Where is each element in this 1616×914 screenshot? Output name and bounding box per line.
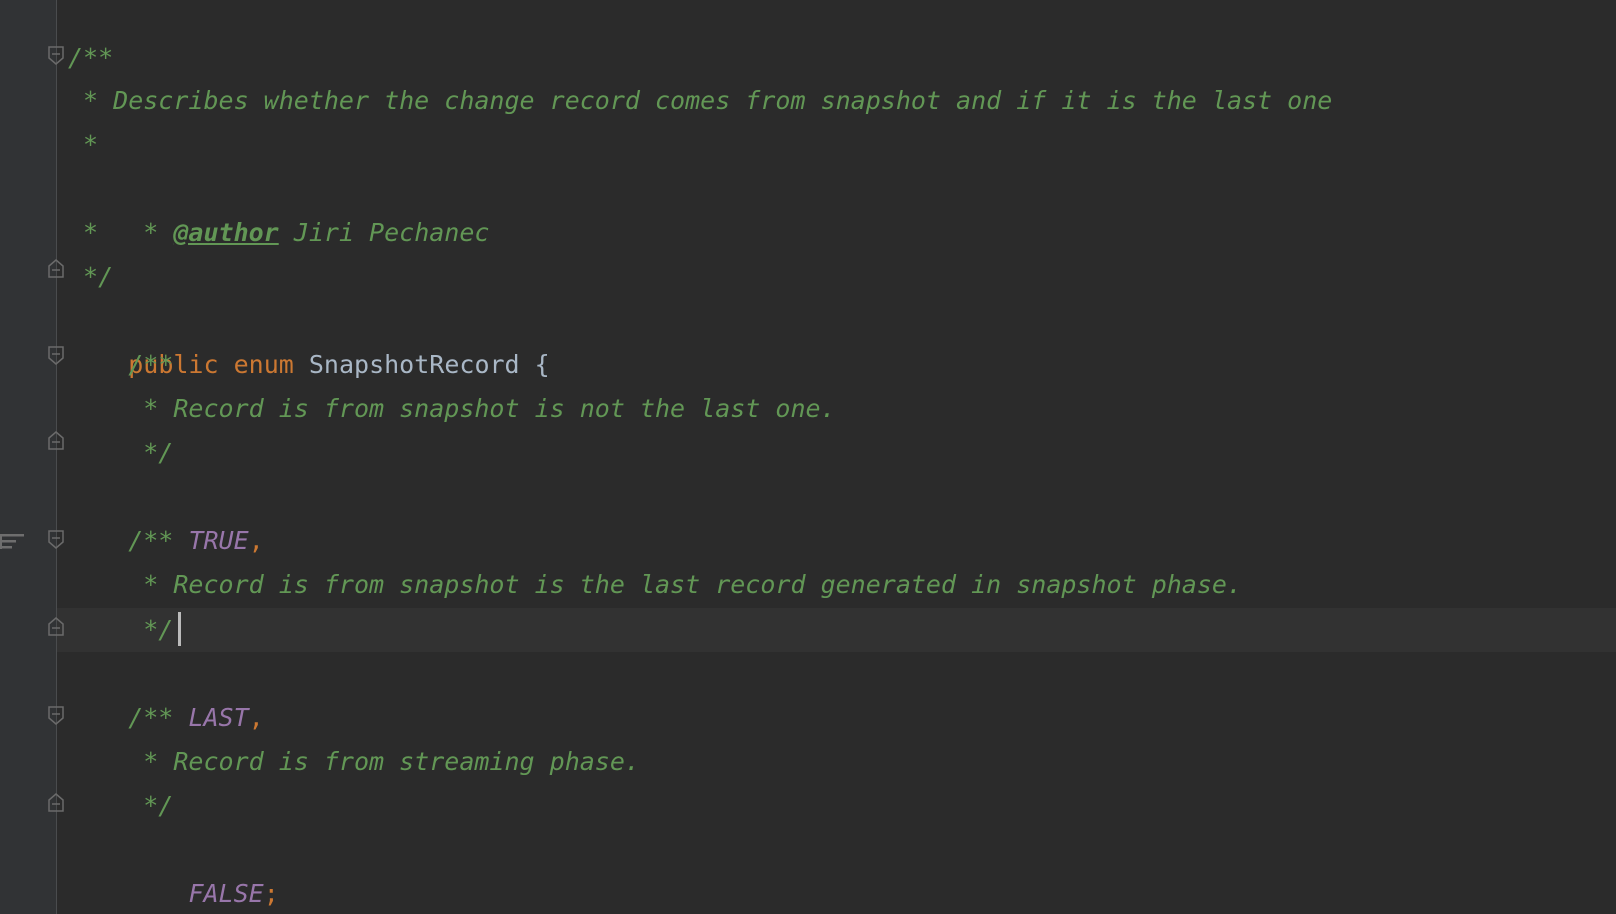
enum-constant: FALSE — [188, 879, 264, 908]
code-line[interactable]: FALSE; — [68, 828, 278, 908]
code-line[interactable]: LAST, — [68, 652, 263, 732]
code-line[interactable]: * @author Jiri Pechanec — [68, 167, 489, 247]
fold-close-icon[interactable] — [48, 792, 64, 812]
code-line[interactable]: */ — [68, 431, 173, 475]
soft-wrap-icon[interactable] — [0, 530, 26, 552]
code-line[interactable]: /** — [68, 343, 173, 387]
class-name: SnapshotRecord — [308, 350, 520, 379]
fold-open-icon[interactable] — [48, 46, 64, 66]
code-line[interactable]: /** — [68, 519, 173, 563]
current-line-highlight — [57, 608, 1616, 652]
javadoc-tag[interactable]: @author — [173, 218, 278, 247]
code-line[interactable]: * — [68, 211, 98, 255]
code-line[interactable]: /** — [68, 696, 173, 740]
punctuation: ; — [263, 879, 279, 908]
author-name: Jiri Pechanec — [278, 218, 490, 247]
code-line[interactable]: /** — [68, 36, 113, 80]
fold-close-icon[interactable] — [48, 616, 64, 636]
comment-prefix: * — [128, 218, 174, 247]
code-line[interactable]: * — [68, 123, 98, 167]
text-caret — [178, 612, 181, 646]
code-line[interactable]: * Record is from snapshot is not the las… — [68, 387, 835, 431]
code-line[interactable]: */ — [68, 608, 173, 652]
punctuation: , — [248, 703, 264, 732]
brace: { — [534, 350, 550, 379]
code-line[interactable]: TRUE, — [68, 475, 263, 555]
code-editor[interactable]: /** * Describes whether the change recor… — [0, 0, 1616, 914]
punctuation: , — [248, 526, 264, 555]
code-line[interactable]: */ — [68, 255, 113, 299]
fold-open-icon[interactable] — [48, 346, 64, 366]
code-line[interactable]: * Record is from snapshot is the last re… — [68, 563, 1242, 607]
fold-close-icon[interactable] — [48, 430, 64, 450]
code-line[interactable]: */ — [68, 784, 173, 828]
fold-open-icon[interactable] — [48, 706, 64, 726]
fold-close-icon[interactable] — [48, 258, 64, 278]
code-line[interactable]: * Record is from streaming phase. — [68, 740, 640, 784]
enum-constant: TRUE — [188, 526, 249, 555]
code-line[interactable]: * Describes whether the change record co… — [68, 79, 1332, 123]
editor-gutter — [0, 0, 57, 914]
enum-constant: LAST — [188, 703, 249, 732]
code-line[interactable]: public enum SnapshotRecord { — [68, 299, 550, 379]
fold-open-icon[interactable] — [48, 530, 64, 550]
keyword: enum — [233, 350, 294, 379]
gutter-divider — [56, 0, 57, 914]
